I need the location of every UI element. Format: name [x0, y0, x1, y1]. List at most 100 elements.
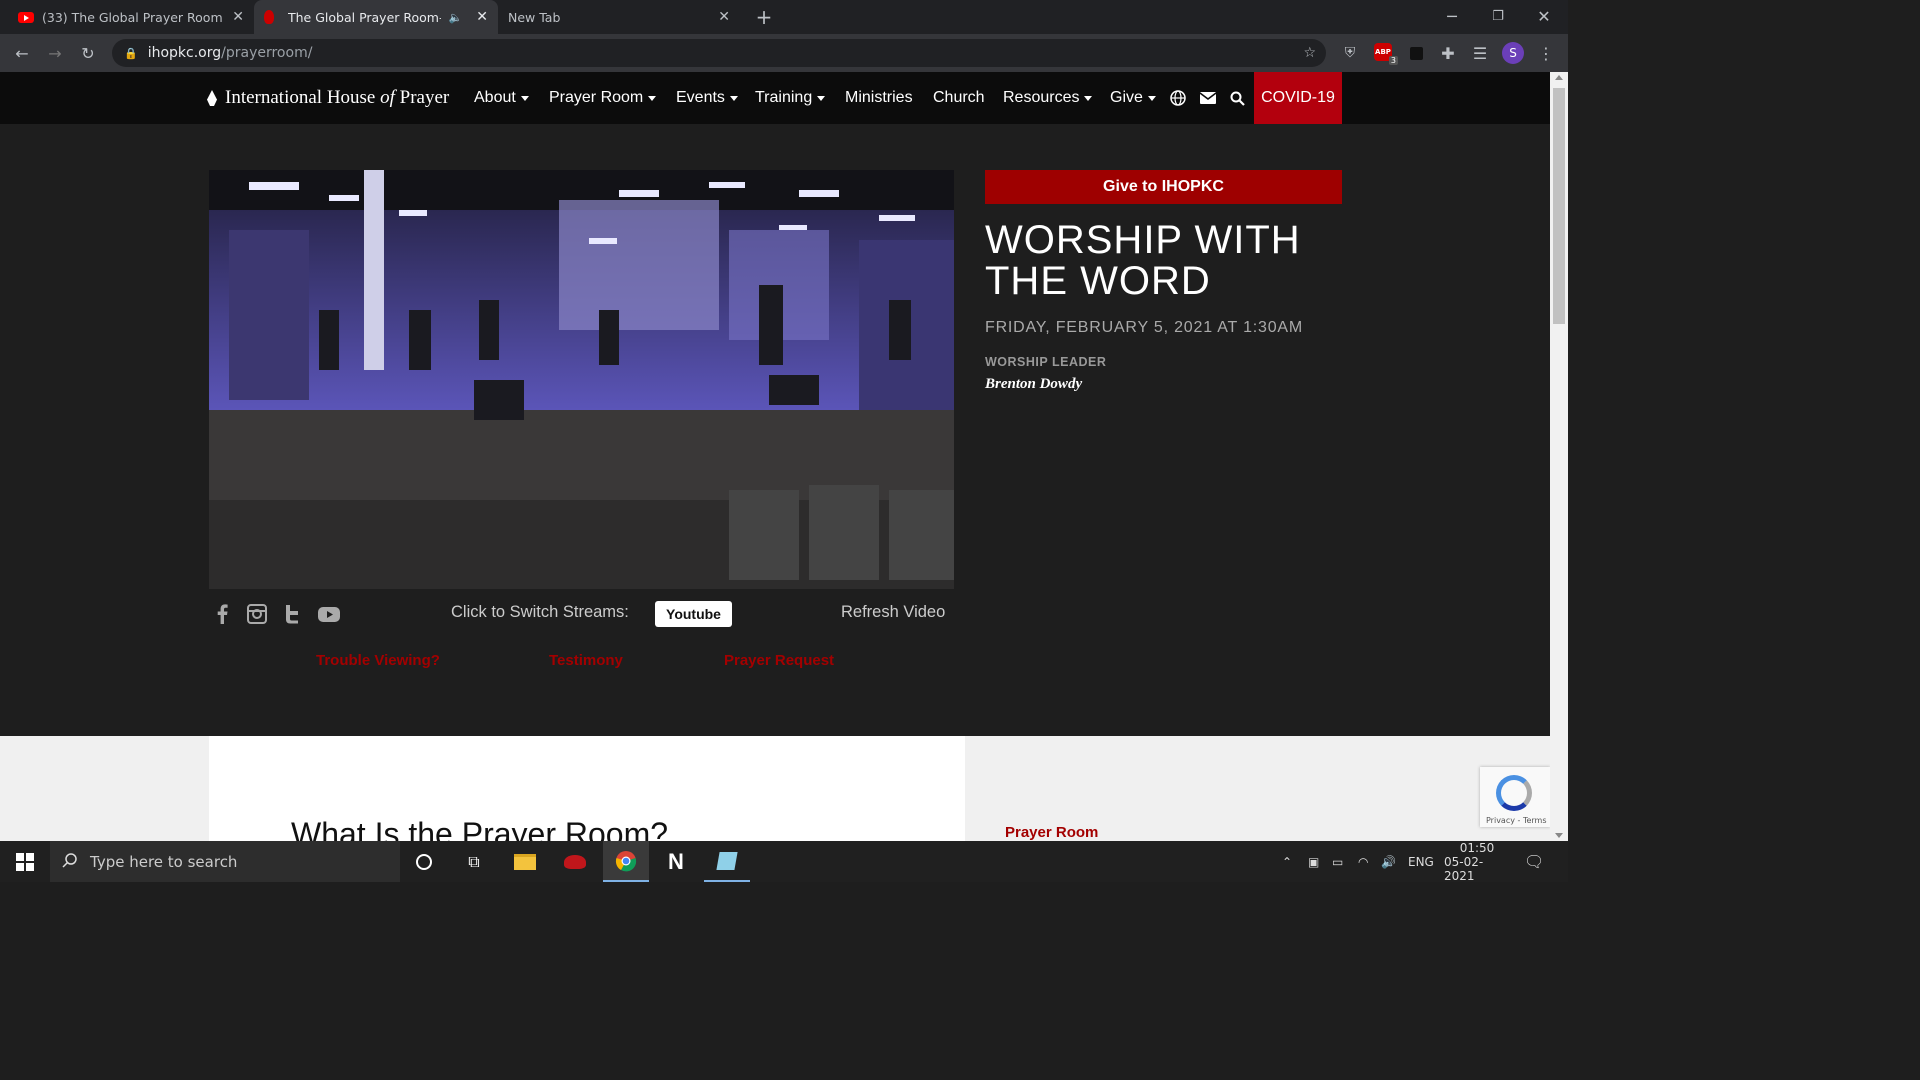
- file-explorer-icon[interactable]: [502, 841, 548, 882]
- nav-about[interactable]: About: [474, 72, 529, 124]
- caret-down-icon: [817, 95, 826, 101]
- worship-leader-label: WORSHIP LEADER: [985, 355, 1107, 369]
- minimize-icon[interactable]: ─: [1440, 4, 1464, 28]
- close-tab-icon[interactable]: ✕: [232, 9, 244, 25]
- clock[interactable]: 01:50 05-02-2021: [1444, 841, 1510, 883]
- tab-title: New Tab: [508, 9, 561, 25]
- taskbar-search[interactable]: Type here to search: [50, 841, 400, 882]
- recaptcha-logo-icon: [1496, 775, 1532, 811]
- windows-start-icon[interactable]: [2, 841, 48, 882]
- extensions-puzzle-icon[interactable]: ✚: [1436, 41, 1460, 65]
- chrome-icon[interactable]: [603, 841, 649, 882]
- nav-training[interactable]: Training: [755, 72, 826, 124]
- logo-text-2: Prayer: [399, 87, 450, 108]
- nav-label: Resources: [1003, 89, 1080, 106]
- bookmark-star-icon[interactable]: ☆: [1303, 45, 1316, 61]
- facebook-icon[interactable]: [212, 603, 234, 625]
- live-stream-video[interactable]: [209, 170, 954, 589]
- nav-ministries[interactable]: Ministries: [845, 72, 913, 124]
- task-view-icon[interactable]: ⧉: [451, 841, 497, 882]
- recaptcha-privacy-terms[interactable]: Privacy - Terms: [1486, 816, 1547, 825]
- shield-extension-icon[interactable]: ⛨: [1338, 41, 1362, 65]
- profile-avatar[interactable]: S: [1502, 42, 1524, 64]
- mail-icon[interactable]: [1200, 72, 1216, 124]
- nav-label: Events: [676, 89, 725, 106]
- nav-label: Church: [933, 89, 985, 106]
- stage-scene-image: [209, 170, 954, 589]
- tab-title: (33) The Global Prayer Room | 24: [42, 9, 226, 25]
- nav-church[interactable]: Church: [933, 72, 985, 124]
- restore-icon[interactable]: ❐: [1486, 4, 1510, 28]
- site-header: International House of Prayer About Pray…: [0, 72, 1550, 124]
- search-placeholder: Type here to search: [90, 852, 238, 871]
- omnibox[interactable]: 🔒 ihopkc.org/prayerroom/ ☆: [112, 39, 1326, 67]
- volume-icon[interactable]: 🔊: [1381, 841, 1396, 882]
- tab-title: The Global Prayer Room–IHC: [288, 9, 441, 25]
- nav-resources[interactable]: Resources: [1003, 72, 1093, 124]
- tab-youtube[interactable]: (33) The Global Prayer Room | 24 ✕: [8, 0, 254, 34]
- red-app-icon[interactable]: [552, 841, 598, 882]
- refresh-video-link[interactable]: Refresh Video: [841, 603, 945, 622]
- switch-streams-label: Click to Switch Streams:: [451, 603, 629, 621]
- media-control-icon[interactable]: ☰: [1468, 41, 1492, 65]
- nav-prayer-room[interactable]: Prayer Room: [549, 72, 657, 124]
- recaptcha-badge[interactable]: Privacy - Terms: [1480, 767, 1550, 827]
- prayer-request-link[interactable]: Prayer Request: [724, 652, 834, 669]
- clock-date: 05-02-2021: [1444, 854, 1484, 883]
- event-datetime: FRIDAY, FEBRUARY 5, 2021 AT 1:30AM: [985, 319, 1304, 336]
- close-window-icon[interactable]: ✕: [1532, 4, 1556, 28]
- close-tab-icon[interactable]: ✕: [476, 9, 488, 25]
- youtube-stream-button[interactable]: Youtube: [655, 601, 732, 627]
- tab-new-tab[interactable]: New Tab ✕: [498, 0, 740, 34]
- logo-text-of: of: [380, 87, 395, 108]
- testimony-link[interactable]: Testimony: [549, 652, 623, 669]
- nav-label: Give: [1110, 89, 1143, 106]
- url-path: /prayerroom/: [221, 45, 313, 61]
- trouble-viewing-link[interactable]: Trouble Viewing?: [316, 652, 440, 669]
- scroll-up-arrow[interactable]: [1555, 75, 1563, 80]
- event-title: WORSHIP WITH THE WORD: [985, 218, 1301, 303]
- scrollbar-thumb[interactable]: [1553, 88, 1565, 324]
- new-tab-icon[interactable]: +: [752, 5, 776, 29]
- caret-down-icon: [1147, 95, 1156, 101]
- n-app-icon[interactable]: N: [653, 841, 699, 882]
- covid-19-button[interactable]: COVID-19: [1254, 72, 1342, 124]
- tray-overflow-icon[interactable]: ⌃: [1282, 841, 1292, 882]
- caret-down-icon: [648, 95, 657, 101]
- section-heading: What Is the Prayer Room?: [291, 816, 669, 841]
- instagram-icon[interactable]: [246, 603, 268, 625]
- nav-label: About: [474, 89, 516, 106]
- windows-taskbar: Type here to search ⧉ N ⌃ ▣ ▭ ◠ 🔊 ENG 01…: [0, 841, 1568, 883]
- notification-center-icon[interactable]: 🗨: [1524, 841, 1544, 882]
- tab-prayer-room[interactable]: The Global Prayer Room–IHC 🔈 ✕: [254, 0, 498, 34]
- search-icon[interactable]: [1230, 72, 1245, 124]
- worship-leader-name: Brenton Dowdy: [985, 376, 1083, 392]
- twitter-icon[interactable]: [282, 603, 304, 625]
- page-scrollbar[interactable]: [1550, 72, 1568, 841]
- close-tab-icon[interactable]: ✕: [718, 9, 730, 25]
- battery-icon[interactable]: ▭: [1332, 841, 1343, 882]
- language-indicator[interactable]: ENG: [1408, 841, 1434, 882]
- forward-icon[interactable]: →: [43, 41, 67, 65]
- nav-label: Prayer Room: [549, 89, 644, 106]
- sidebar-prayer-room-link[interactable]: Prayer Room: [1005, 824, 1098, 841]
- wifi-icon[interactable]: ◠: [1358, 841, 1368, 882]
- site-logo[interactable]: International House of Prayer: [207, 72, 449, 124]
- lock-icon[interactable]: 🔒: [124, 47, 138, 60]
- extension-square-icon[interactable]: [1404, 41, 1428, 65]
- give-button[interactable]: Give to IHOPKC: [985, 170, 1342, 204]
- globe-icon[interactable]: [1170, 72, 1186, 124]
- cortana-icon[interactable]: [401, 841, 447, 882]
- nav-events[interactable]: Events: [676, 72, 738, 124]
- reload-icon[interactable]: ↻: [76, 41, 100, 65]
- nav-give[interactable]: Give: [1110, 72, 1156, 124]
- audio-playing-icon[interactable]: 🔈: [449, 11, 463, 24]
- chrome-menu-icon[interactable]: ⋮: [1534, 41, 1558, 65]
- adblock-icon[interactable]: ABP 3: [1372, 43, 1398, 65]
- youtube-social-icon[interactable]: [317, 603, 340, 625]
- tray-device-icon[interactable]: ▣: [1308, 841, 1319, 882]
- scroll-down-arrow[interactable]: [1555, 833, 1563, 838]
- notepad-app-icon[interactable]: [704, 841, 750, 882]
- flame-logo-icon: [207, 90, 217, 106]
- back-icon[interactable]: ←: [10, 41, 34, 65]
